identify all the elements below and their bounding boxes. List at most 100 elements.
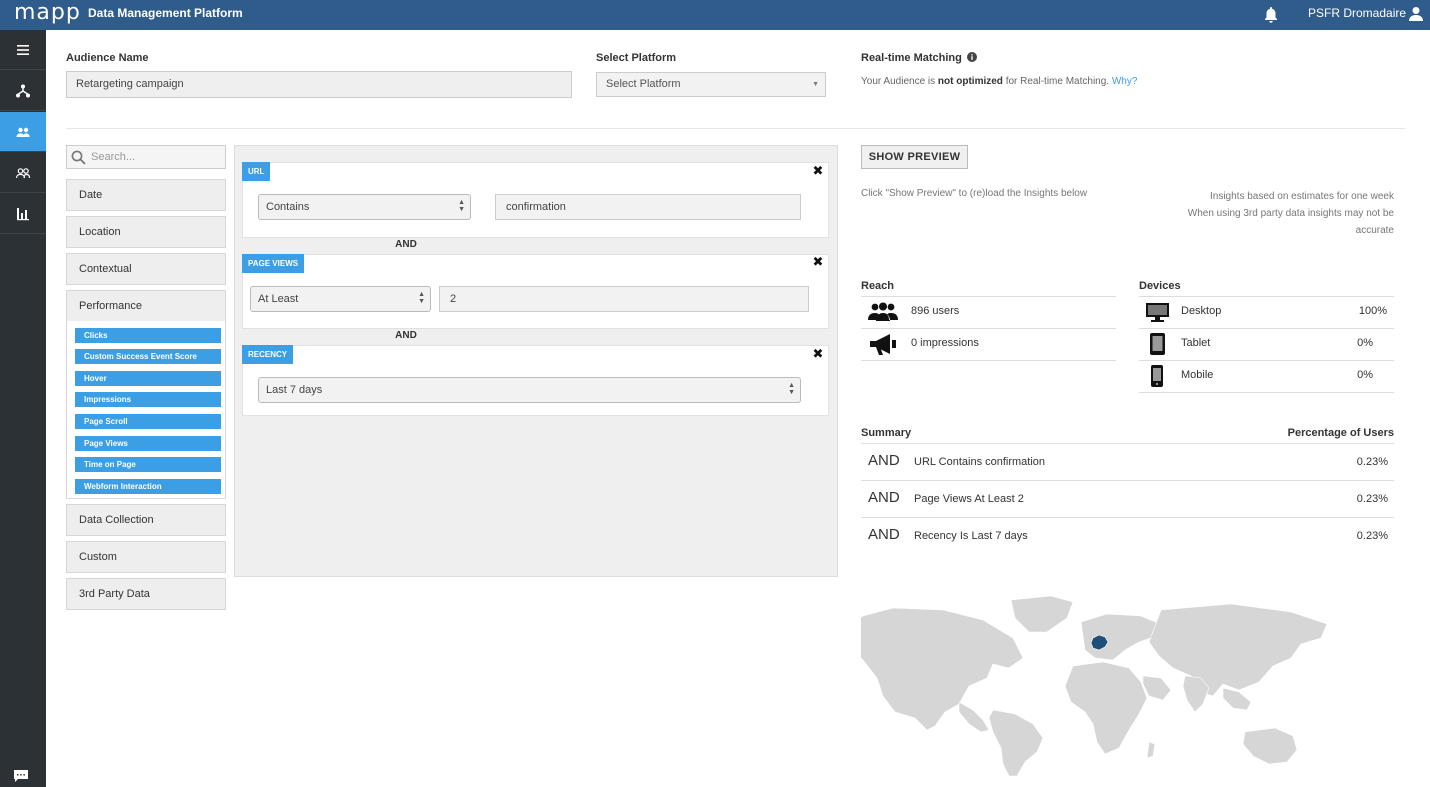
chip-clicks[interactable]: Clicks <box>75 328 221 343</box>
mapp-logo[interactable]: mapp <box>14 0 81 30</box>
rule-url-tag: URL <box>242 162 271 181</box>
mobile-icon <box>1151 365 1163 387</box>
users-icon <box>868 302 898 321</box>
bar-chart-icon <box>17 207 29 220</box>
estimate-note-line-3: accurate <box>1355 225 1394 236</box>
rule-recency-select[interactable]: Last 7 days ▲ ▼ <box>258 377 801 403</box>
device-mobile: Mobile <box>1181 369 1214 381</box>
audience-name-label: Audience Name <box>66 52 149 64</box>
divider <box>66 128 1405 129</box>
sidebar <box>0 30 46 787</box>
sidebar-item-reports[interactable] <box>0 194 46 234</box>
category-data-collection[interactable]: Data Collection <box>66 504 226 536</box>
map-asia <box>1148 603 1328 697</box>
rule-url-value-input[interactable]: confirmation <box>495 194 801 220</box>
updown-icon: ▲ ▼ <box>458 199 465 213</box>
estimate-note-line-1: Insights based on estimates for one week <box>1210 191 1394 202</box>
estimate-note-line-2: When using 3rd party data insights may n… <box>1187 208 1394 219</box>
category-3rd-party-data[interactable]: 3rd Party Data <box>66 578 226 610</box>
reach-heading: Reach <box>861 280 895 292</box>
user-icon[interactable] <box>1409 6 1423 22</box>
category-contextual[interactable]: Contextual <box>66 253 226 285</box>
info-icon[interactable] <box>966 52 977 62</box>
search-icon <box>71 150 86 165</box>
summary-pct: 0.23% <box>1356 530 1388 542</box>
app-title: Data Management Platform <box>88 6 243 20</box>
chip-page-scroll[interactable]: Page Scroll <box>75 414 221 429</box>
reach-row <box>861 328 1116 361</box>
chip-impressions[interactable]: Impressions <box>75 392 221 407</box>
why-link[interactable]: Why? <box>1112 76 1138 87</box>
summary-text: URL Contains confirmation <box>914 456 1046 468</box>
updown-icon: ▲ ▼ <box>418 291 425 305</box>
rule-page-views-value-input[interactable]: 2 <box>439 286 809 312</box>
updown-icon: ▲ ▼ <box>788 382 795 396</box>
platform-select[interactable]: Select Platform ▼ <box>596 72 826 97</box>
chip-custom-success-event-score[interactable]: Custom Success Event Score <box>75 349 221 364</box>
reach-impressions: 0 impressions <box>911 337 979 349</box>
chevron-down-icon: ▼ <box>812 81 819 88</box>
map-australia <box>1242 727 1298 765</box>
device-desktop: Desktop <box>1181 305 1222 317</box>
bell-icon[interactable] <box>1263 6 1279 24</box>
close-icon[interactable]: ✖ <box>812 347 824 360</box>
estimate-note: Insights based on estimates for one week… <box>1120 188 1394 239</box>
category-performance[interactable]: Performance <box>66 290 226 322</box>
rule-recency-operator: Last 7 days <box>266 384 323 396</box>
category-custom[interactable]: Custom <box>66 541 226 573</box>
rule-page-views-operator: At Least <box>258 293 299 305</box>
chip-time-on-page[interactable]: Time on Page <box>75 457 221 472</box>
sidebar-item-audiences[interactable] <box>0 112 46 152</box>
summary-pct: 0.23% <box>1356 456 1388 468</box>
rule-recency-tag: RECENCY <box>242 345 294 364</box>
map-southeast-asia <box>1222 687 1252 711</box>
summary-op: AND <box>868 452 900 469</box>
and-connector: AND <box>395 330 417 341</box>
rule-url-operator-select[interactable]: Contains ▲ ▼ <box>258 194 471 220</box>
user-name[interactable]: PSFR Dromadaire <box>1308 0 1406 30</box>
devices-heading: Devices <box>1139 280 1181 292</box>
sidebar-item-users[interactable] <box>0 153 46 193</box>
summary-text: Recency Is Last 7 days <box>914 530 1028 542</box>
platform-select-value: Select Platform <box>606 78 681 90</box>
rule-page-views-tag: PAGE VIEWS <box>242 254 305 273</box>
chat-icon[interactable] <box>14 770 28 782</box>
show-preview-button[interactable]: SHOW PREVIEW <box>861 145 968 169</box>
reach-users: 896 users <box>911 305 960 317</box>
realtime-prefix: Your Audience is <box>861 76 938 87</box>
users-group-icon <box>15 167 31 178</box>
summary-heading: Summary <box>861 427 912 439</box>
percentage-heading: Percentage of Users <box>1287 427 1394 439</box>
summary-op: AND <box>868 489 900 506</box>
realtime-suffix: for Real-time Matching. <box>1002 76 1112 87</box>
map-south-america <box>988 709 1044 776</box>
performance-subitems <box>66 321 226 499</box>
map-central-america <box>958 701 990 733</box>
realtime-status: Your Audience is not optimized for Real-… <box>861 76 1137 87</box>
category-date[interactable]: Date <box>66 179 226 211</box>
top-bar: mapp Data Management Platform PSFR Droma… <box>0 0 1430 30</box>
and-connector: AND <box>395 239 417 250</box>
reach-row <box>861 296 1116 328</box>
map-madagascar <box>1146 741 1156 759</box>
chip-page-views[interactable]: Page Views <box>75 436 221 451</box>
sidebar-item-menu[interactable] <box>0 30 46 70</box>
close-icon[interactable]: ✖ <box>812 164 824 177</box>
search-input[interactable]: Search... <box>66 145 226 169</box>
sidebar-item-hierarchy[interactable] <box>0 71 46 111</box>
map-greenland <box>1010 595 1074 633</box>
device-desktop-pct: 100% <box>1358 305 1387 317</box>
map-africa <box>1064 661 1148 755</box>
preview-note: Click "Show Preview" to (re)load the Ins… <box>861 188 1088 199</box>
world-map <box>861 595 1328 776</box>
realtime-bold: not optimized <box>937 76 1003 87</box>
tablet-icon <box>1150 333 1165 355</box>
close-icon[interactable]: ✖ <box>812 255 824 268</box>
hierarchy-icon <box>16 84 30 97</box>
rule-page-views-operator-select[interactable]: At Least ▲ ▼ <box>250 286 431 312</box>
chip-hover[interactable]: Hover <box>75 371 221 386</box>
audience-name-input[interactable]: Retargeting campaign <box>66 71 572 98</box>
category-location[interactable]: Location <box>66 216 226 248</box>
realtime-label-text: Real-time Matching <box>861 52 962 64</box>
chip-webform-interaction[interactable]: Webform Interaction <box>75 479 221 494</box>
